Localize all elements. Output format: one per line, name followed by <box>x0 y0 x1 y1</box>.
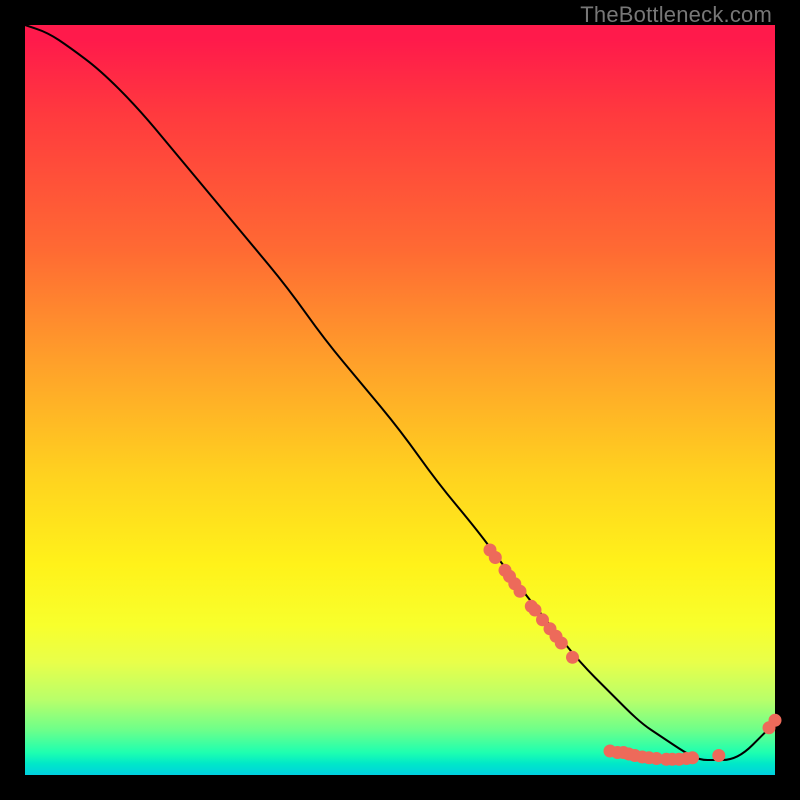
chart-frame: TheBottleneck.com <box>0 0 800 800</box>
gradient-plot-area <box>25 25 775 775</box>
watermark-text: TheBottleneck.com <box>580 2 772 28</box>
